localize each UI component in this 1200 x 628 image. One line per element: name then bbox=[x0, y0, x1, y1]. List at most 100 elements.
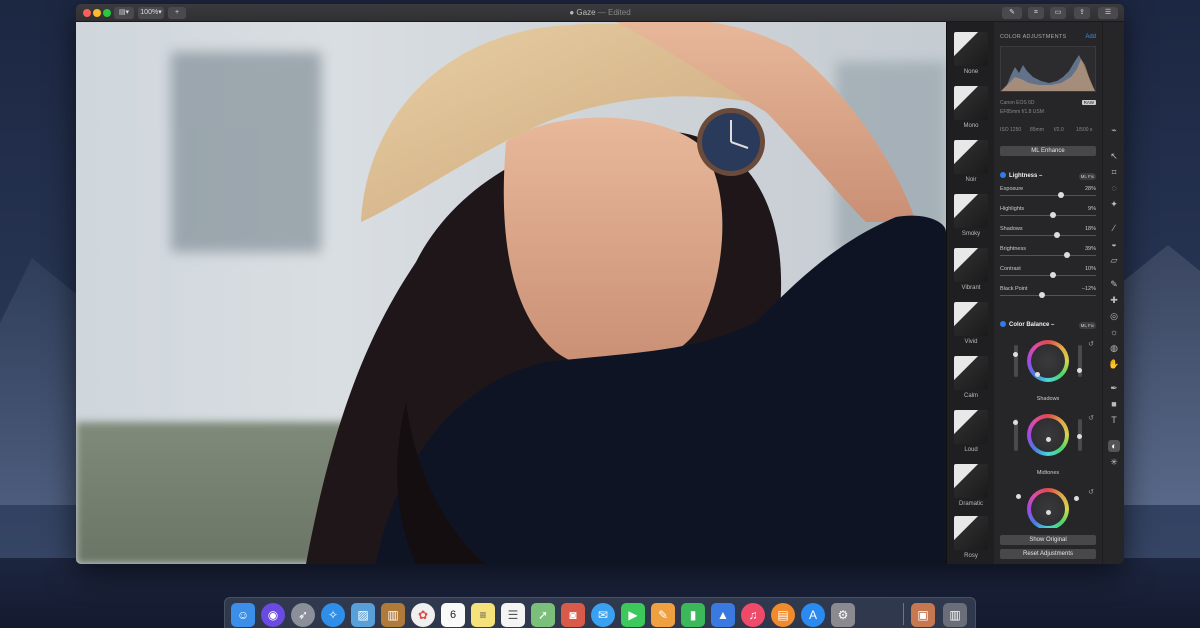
adjustments-button[interactable]: ☰ bbox=[1098, 7, 1118, 19]
lightness-ml-button[interactable]: ML Fix bbox=[1078, 173, 1096, 180]
app-store-icon[interactable]: A bbox=[801, 603, 825, 627]
filter-vivid[interactable]: Vivid bbox=[954, 302, 988, 345]
filter-loud[interactable]: Loud bbox=[954, 410, 988, 453]
wheel-arc-knob[interactable] bbox=[1077, 434, 1082, 439]
launchpad-icon[interactable]: ➶ bbox=[291, 603, 315, 627]
filter-mono[interactable]: Mono bbox=[954, 86, 988, 129]
maps-icon[interactable]: ➚ bbox=[531, 603, 555, 627]
color-icon[interactable]: ◐ bbox=[1108, 440, 1120, 452]
hand-icon[interactable]: ✋ bbox=[1108, 358, 1120, 370]
wheel-picker[interactable] bbox=[1046, 510, 1051, 515]
reset-icon[interactable]: ↺ bbox=[1088, 488, 1094, 496]
slider-knob[interactable] bbox=[1058, 192, 1065, 198]
reset-icon[interactable]: ↺ bbox=[1088, 414, 1094, 422]
filter-smoky[interactable]: Smoky bbox=[954, 194, 988, 237]
show-original-button[interactable]: Show Original bbox=[1000, 535, 1096, 545]
repair-icon[interactable]: ✚ bbox=[1108, 294, 1120, 306]
color-balance-ml-button[interactable]: ML Fix bbox=[1078, 322, 1096, 329]
wheel-arc-knob[interactable] bbox=[1077, 368, 1082, 373]
color-balance-section-header[interactable]: Color Balance – bbox=[1000, 321, 1054, 328]
photo-canvas[interactable] bbox=[76, 22, 946, 564]
midtones-color-wheel[interactable] bbox=[1027, 414, 1069, 456]
document-button[interactable]: ▭ bbox=[1050, 7, 1066, 19]
filter-label: None bbox=[963, 69, 979, 75]
wheel-arc-knob[interactable] bbox=[1016, 494, 1021, 499]
share-button[interactable]: ⇪ bbox=[1074, 7, 1090, 19]
crop-button[interactable]: ⌗ bbox=[1028, 7, 1044, 19]
pages-icon[interactable]: ✎ bbox=[651, 603, 675, 627]
finder-icon[interactable]: ☺ bbox=[231, 603, 255, 627]
reset-icon[interactable]: ↺ bbox=[1088, 340, 1094, 348]
tools-button[interactable]: ✎ bbox=[1002, 7, 1022, 19]
slider-knob[interactable] bbox=[1049, 212, 1056, 218]
bucket-icon[interactable]: ◒ bbox=[1108, 238, 1120, 250]
filter-dramatic[interactable]: Dramatic bbox=[954, 464, 988, 507]
numbers-icon[interactable]: ▮ bbox=[681, 603, 705, 627]
wheel-arc-knob[interactable] bbox=[1013, 352, 1018, 357]
filter-noir[interactable]: Noir bbox=[954, 140, 988, 183]
desktop-mountains-left bbox=[0, 258, 80, 505]
highlights-color-wheel[interactable] bbox=[1027, 488, 1069, 528]
pen-icon[interactable]: ✒ bbox=[1108, 382, 1120, 394]
color-balance-enable-checkbox[interactable] bbox=[1000, 321, 1006, 327]
trash-icon[interactable]: ▥ bbox=[943, 603, 967, 627]
pencil-icon[interactable]: ✎ bbox=[1108, 278, 1120, 290]
reminders-icon[interactable]: ☰ bbox=[501, 603, 525, 627]
filter-rosy[interactable]: Rosy bbox=[954, 516, 988, 559]
slider-knob[interactable] bbox=[1053, 232, 1060, 238]
notes-icon[interactable]: ≡ bbox=[471, 603, 495, 627]
preview-icon[interactable]: ▨ bbox=[351, 603, 375, 627]
slider-knob[interactable] bbox=[1064, 252, 1071, 258]
photo-booth-icon[interactable]: ◙ bbox=[561, 603, 585, 627]
brush-icon[interactable]: ∕ bbox=[1108, 222, 1120, 234]
messages-icon[interactable]: ✉ bbox=[591, 603, 615, 627]
add-adjustment-link[interactable]: Add bbox=[1085, 34, 1096, 40]
photos-icon[interactable]: ✿ bbox=[411, 603, 435, 627]
lightness-section-header[interactable]: Lightness – bbox=[1000, 172, 1042, 179]
filter-thumbnail bbox=[954, 32, 988, 66]
light-icon[interactable]: ✳ bbox=[1108, 456, 1120, 468]
tools-strip: ⌁ ↖ ⌗ ◌ ✦ ∕ ◒ ▱ ✎ ✚ ◎ ☼ ◍ ✋ ✒ ■ T ◐ ✳ bbox=[1102, 22, 1124, 564]
keynote-icon[interactable]: ▲ bbox=[711, 603, 735, 627]
panel-header: COLOR ADJUSTMENTS bbox=[1000, 34, 1067, 40]
facetime-icon[interactable]: ▶ bbox=[621, 603, 645, 627]
siri-icon[interactable]: ◉ bbox=[261, 603, 285, 627]
filter-none[interactable]: None bbox=[954, 32, 988, 75]
reset-adjustments-button[interactable]: Reset Adjustments bbox=[1000, 549, 1096, 559]
settings-icon[interactable]: ⚙ bbox=[831, 603, 855, 627]
arrow-icon[interactable]: ↖ bbox=[1108, 150, 1120, 162]
wheel-arc-knob[interactable] bbox=[1074, 496, 1079, 501]
magic-wand-icon[interactable]: ✦ bbox=[1108, 198, 1120, 210]
books-icon[interactable]: ▤ bbox=[771, 603, 795, 627]
calendar-icon[interactable]: 6 bbox=[441, 603, 465, 627]
filter-vibrant[interactable]: Vibrant bbox=[954, 248, 988, 291]
lightness-enable-checkbox[interactable] bbox=[1000, 172, 1006, 178]
shadows-color-wheel[interactable] bbox=[1027, 340, 1069, 382]
clone-icon[interactable]: ◎ bbox=[1108, 310, 1120, 322]
highlights-wheel-control[interactable]: ↺ bbox=[1000, 488, 1096, 528]
filter-label: Noir bbox=[965, 177, 977, 183]
lasso-icon[interactable]: ◌ bbox=[1108, 182, 1120, 194]
filter-thumbnail bbox=[954, 516, 988, 550]
sun-icon[interactable]: ☼ bbox=[1108, 326, 1120, 338]
pixelmator-icon[interactable]: ▣ bbox=[911, 603, 935, 627]
safari-icon[interactable]: ✧ bbox=[321, 603, 345, 627]
filter-calm[interactable]: Calm bbox=[954, 356, 988, 399]
wheel-arc-knob[interactable] bbox=[1013, 420, 1018, 425]
slider-knob[interactable] bbox=[1049, 272, 1056, 278]
text-icon[interactable]: T bbox=[1108, 414, 1120, 426]
shape-icon[interactable]: ■ bbox=[1108, 398, 1120, 410]
slider-knob[interactable] bbox=[1039, 292, 1046, 298]
paint-icon[interactable]: ⌁ bbox=[1108, 124, 1120, 136]
wheel-picker[interactable] bbox=[1046, 437, 1051, 442]
filter-label: Smoky bbox=[961, 231, 981, 237]
ml-enhance-button[interactable]: ML Enhance bbox=[1000, 146, 1096, 156]
music-icon[interactable]: ♫ bbox=[741, 603, 765, 627]
crop-icon[interactable]: ⌗ bbox=[1108, 166, 1120, 178]
slider-track bbox=[1000, 255, 1096, 256]
blur-icon[interactable]: ◍ bbox=[1108, 342, 1120, 354]
notefile-icon[interactable]: ▥ bbox=[381, 603, 405, 627]
slider-value: 28% bbox=[1084, 186, 1096, 192]
eraser-icon[interactable]: ▱ bbox=[1108, 254, 1120, 266]
wheel-picker[interactable] bbox=[1035, 372, 1040, 377]
